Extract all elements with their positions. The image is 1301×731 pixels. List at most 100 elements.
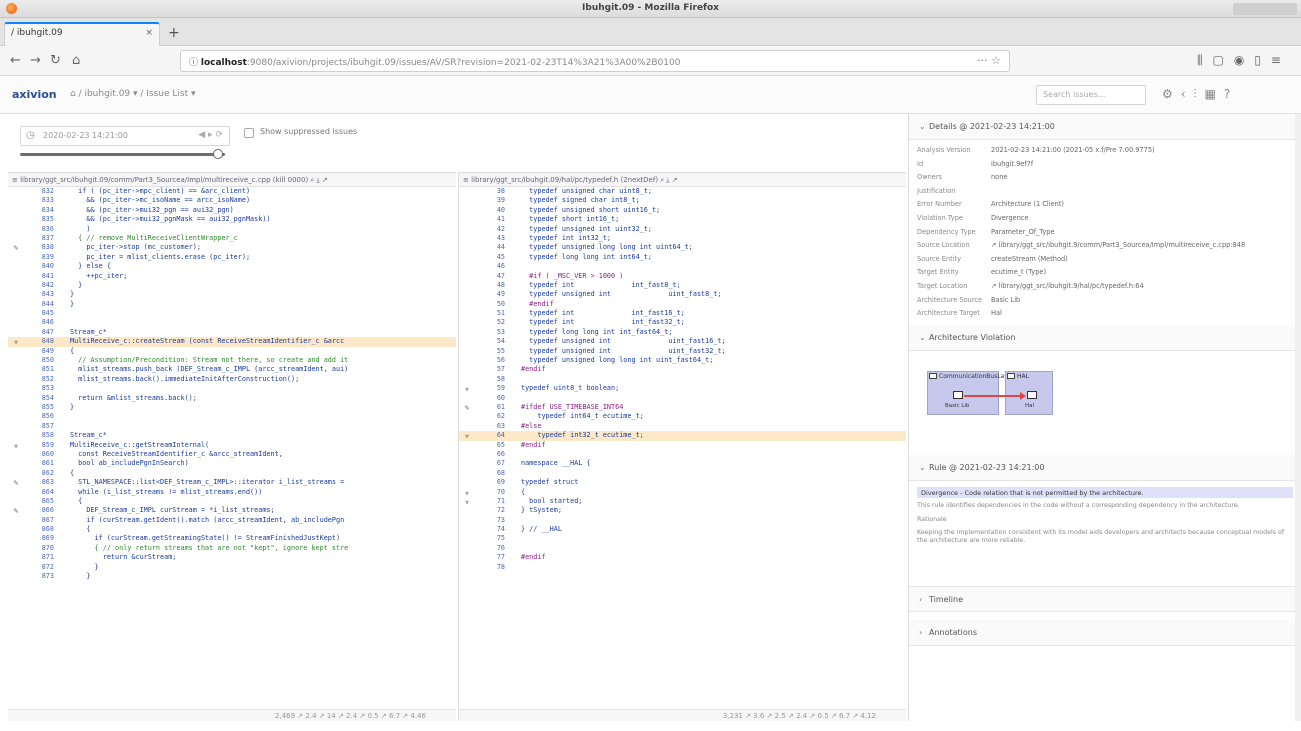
code-line[interactable]: 852 mlist_streams.back().immediateInitAf…: [8, 375, 456, 384]
code-line[interactable]: 68: [459, 469, 906, 478]
issue-marker-icon[interactable]: ☣: [10, 441, 22, 450]
code-line[interactable]: ☣ 70 {: [459, 488, 906, 497]
new-tab-icon[interactable]: +: [168, 25, 180, 41]
code-line[interactable]: 65 #endif: [459, 441, 906, 450]
code-line[interactable]: 858 Stream_c*: [8, 431, 456, 440]
details-scrollbar[interactable]: [1295, 114, 1301, 721]
code-line[interactable]: 76: [459, 544, 906, 553]
code-line[interactable]: 860 const ReceiveStreamIdentifier_c &arc…: [8, 450, 456, 459]
code-line[interactable]: 861 bool ab_includePgnInSearch): [8, 459, 456, 468]
target-file-path[interactable]: ≡ library/ggt_src/ibuhgit.09/hal/pc/type…: [459, 173, 906, 187]
version-slider-knob[interactable]: [213, 149, 223, 159]
code-line[interactable]: 57 #endif: [459, 365, 906, 374]
code-line[interactable]: 862 {: [8, 469, 456, 478]
code-line[interactable]: 864 while (i_list_streams != mlist_strea…: [8, 488, 456, 497]
code-line[interactable]: 845: [8, 309, 456, 318]
code-line[interactable]: 77 #endif: [459, 553, 906, 562]
code-line[interactable]: 872 }: [8, 563, 456, 572]
code-line[interactable]: ☣ 64 typedef int32_t ecutime_t;: [459, 431, 906, 441]
detail-value[interactable]: ↗ library/ggt_src/ibuhgit.9/hal/pc/typed…: [991, 280, 1144, 294]
code-line[interactable]: 42 typedef unsigned int uint32_t;: [459, 225, 906, 234]
code-line[interactable]: 46: [459, 262, 906, 271]
rule-section-header[interactable]: ⌄ Rule @ 2021-02-23 14:21:00: [909, 454, 1301, 481]
edit-marker-icon[interactable]: ✎: [461, 403, 473, 412]
url-actions-icon[interactable]: ··· ☆: [977, 54, 1001, 67]
code-line[interactable]: 66: [459, 450, 906, 459]
suppressed-checkbox[interactable]: [244, 128, 254, 138]
close-icon[interactable]: ×: [145, 28, 153, 38]
code-line[interactable]: 40 typedef unsigned short uint16_t;: [459, 206, 906, 215]
code-line[interactable]: ✎ 838 pc_iter->stop (mc_customer);: [8, 243, 456, 252]
toolbar-icons[interactable]: ⫼▢◉▯≡: [1197, 53, 1291, 68]
code-line[interactable]: 868 {: [8, 525, 456, 534]
code-line[interactable]: 39 typedef signed char int8_t;: [459, 196, 906, 205]
version-date-field[interactable]: ◷ 2020-02-23 14:21:00 ◀ ▸ ⟳: [20, 126, 230, 146]
detail-value[interactable]: ↗ library/ggt_src/ibuhgit.9/comm/Part3_S…: [991, 239, 1245, 253]
version-slider-track[interactable]: [20, 153, 225, 156]
code-line[interactable]: 60: [459, 394, 906, 403]
code-line[interactable]: 56 typedef unsigned long long int uint_f…: [459, 356, 906, 365]
edit-marker-icon[interactable]: ✎: [10, 478, 22, 487]
header-icons[interactable]: ⚙‹⫶▦?: [1162, 87, 1238, 102]
code-line[interactable]: 78: [459, 563, 906, 572]
url-bar[interactable]: ⓘ localhost:9080/axivion/projects/ibuhgi…: [180, 50, 1010, 72]
code-line[interactable]: 873 }: [8, 572, 456, 581]
code-line[interactable]: 846: [8, 318, 456, 327]
breadcrumb[interactable]: ⌂ / ibuhgit.09 ▾ / Issue List ▾: [70, 89, 196, 99]
code-line[interactable]: 63 #else: [459, 422, 906, 431]
reload-icon[interactable]: ↻: [50, 53, 61, 68]
code-line[interactable]: 840 } else {: [8, 262, 456, 271]
code-line[interactable]: 850 // Assumption/Precondition: Stream n…: [8, 356, 456, 365]
code-line[interactable]: 41 typedef short int16_t;: [459, 215, 906, 224]
code-line[interactable]: 855}: [8, 403, 456, 412]
code-line[interactable]: ✎ 866 DEF_Stream_c_IMPL curStream = *i_li…: [8, 506, 456, 515]
code-line[interactable]: 839 pc_iter = mlist_clients.erase (pc_it…: [8, 253, 456, 262]
code-line[interactable]: 44 typedef unsigned long long int uint64…: [459, 243, 906, 252]
code-line[interactable]: 853: [8, 384, 456, 393]
code-line[interactable]: 835 && (pc_iter->mui32_pgnMask == aui32_…: [8, 215, 456, 224]
code-line[interactable]: 74} // __HAL: [459, 525, 906, 534]
code-line[interactable]: 58: [459, 375, 906, 384]
code-line[interactable]: 842 }: [8, 281, 456, 290]
code-line[interactable]: 72} tSystem;: [459, 506, 906, 515]
code-line[interactable]: 50 #endif: [459, 300, 906, 309]
violation-arrow[interactable]: [964, 394, 1020, 397]
info-icon[interactable]: ⓘ: [189, 58, 201, 68]
code-line[interactable]: 870 { // only return streams that are no…: [8, 544, 456, 553]
code-line[interactable]: ✎ 61 #ifdef USE_TIMEBASE_INT64: [459, 403, 906, 412]
code-line[interactable]: 844}: [8, 300, 456, 309]
code-line[interactable]: 836 ): [8, 225, 456, 234]
back-icon[interactable]: ←: [10, 53, 21, 68]
code-line[interactable]: 847 Stream_c*: [8, 328, 456, 337]
window-controls[interactable]: [1233, 3, 1297, 15]
issue-marker-icon[interactable]: ☣: [461, 488, 473, 497]
code-line[interactable]: 869 if (curStream.getStreamingState() !=…: [8, 534, 456, 543]
code-line[interactable]: 834 && (pc_iter->mui32_pgn == aui32_pgn): [8, 206, 456, 215]
date-controls[interactable]: ◀ ▸ ⟳: [198, 130, 223, 140]
code-line[interactable]: 51 typedef int int_fast16_t;: [459, 309, 906, 318]
issue-marker-icon[interactable]: ☣: [10, 337, 22, 346]
code-line[interactable]: 52 typedef int int_fast32_t;: [459, 318, 906, 327]
target-node[interactable]: [1027, 390, 1037, 399]
code-line[interactable]: 73: [459, 516, 906, 525]
code-line[interactable]: ✎ 863 STL_NAMESPACE::list<DEF_Stream_c_IM…: [8, 478, 456, 487]
source-file-path[interactable]: ≡ library/ggt_src/ibuhgit.09/comm/Part3_…: [8, 173, 456, 187]
code-line[interactable]: 45 typedef long long int int64_t;: [459, 253, 906, 262]
code-line[interactable]: 49 typedef unsigned int uint_fast8_t;: [459, 290, 906, 299]
code-line[interactable]: 75: [459, 534, 906, 543]
forward-icon[interactable]: →: [30, 53, 41, 68]
code-line[interactable]: 867 if (curStream.getIdent().match (arcc…: [8, 516, 456, 525]
code-line[interactable]: 851 mlist_streams.push_back (DEF_Stream_…: [8, 365, 456, 374]
timeline-section-header[interactable]: › Timeline: [909, 585, 1301, 612]
code-line[interactable]: 856: [8, 412, 456, 421]
code-line[interactable]: 843}: [8, 290, 456, 299]
code-line[interactable]: 833 && (pc_iter->mc_isoName == arcc_isoN…: [8, 196, 456, 205]
source-node[interactable]: [953, 390, 963, 399]
code-line[interactable]: 67 namespace __HAL {: [459, 459, 906, 468]
code-line[interactable]: 841 ++pc_iter;: [8, 272, 456, 281]
search-input[interactable]: Search issues...: [1036, 85, 1146, 105]
code-line[interactable]: ☣ 859 MultiReceive_c::getStreamInternal(: [8, 441, 456, 450]
code-line[interactable]: 43 typedef int int32_t;: [459, 234, 906, 243]
code-line[interactable]: ☣ 71 bool started;: [459, 497, 906, 506]
code-line[interactable]: 837 { // remove MultiReceiveClientWrappe…: [8, 234, 456, 243]
